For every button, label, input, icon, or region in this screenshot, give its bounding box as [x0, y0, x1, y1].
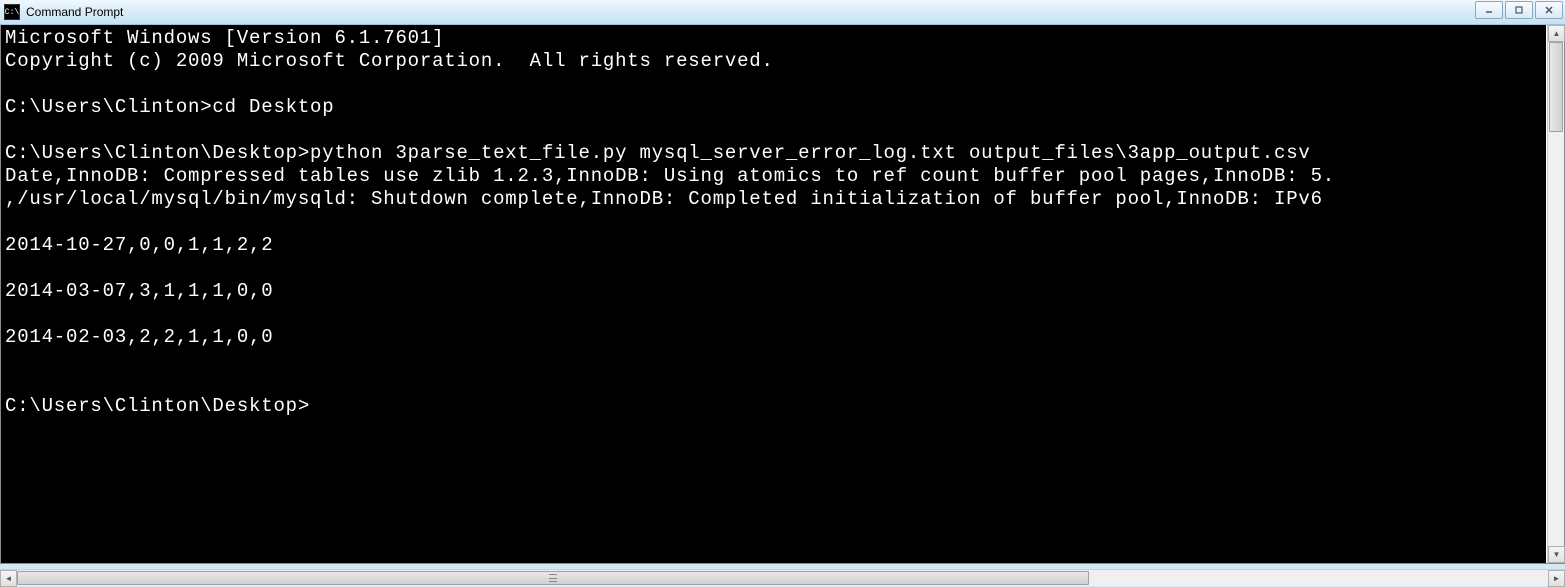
minimize-button[interactable]	[1475, 1, 1503, 19]
horizontal-scrollbar[interactable]: ◄ ►	[0, 569, 1565, 586]
terminal-area: Microsoft Windows [Version 6.1.7601] Cop…	[0, 25, 1565, 564]
terminal-output[interactable]: Microsoft Windows [Version 6.1.7601] Cop…	[1, 25, 1546, 563]
app-icon: C:\	[4, 4, 20, 20]
close-button[interactable]	[1535, 1, 1563, 19]
window-controls	[1475, 1, 1563, 19]
window-title: Command Prompt	[26, 5, 123, 19]
vertical-scroll-track[interactable]	[1548, 42, 1564, 546]
scroll-right-button[interactable]: ►	[1548, 570, 1565, 587]
titlebar[interactable]: C:\ Command Prompt	[0, 0, 1565, 25]
horizontal-scroll-thumb[interactable]	[17, 571, 1089, 585]
scroll-left-button[interactable]: ◄	[0, 570, 17, 587]
scroll-up-button[interactable]: ▲	[1548, 25, 1565, 42]
vertical-scrollbar[interactable]: ▲ ▼	[1547, 25, 1564, 563]
scroll-down-button[interactable]: ▼	[1548, 546, 1565, 563]
horizontal-scroll-track[interactable]	[17, 570, 1548, 586]
maximize-button[interactable]	[1505, 1, 1533, 19]
vertical-scroll-thumb[interactable]	[1549, 42, 1563, 132]
